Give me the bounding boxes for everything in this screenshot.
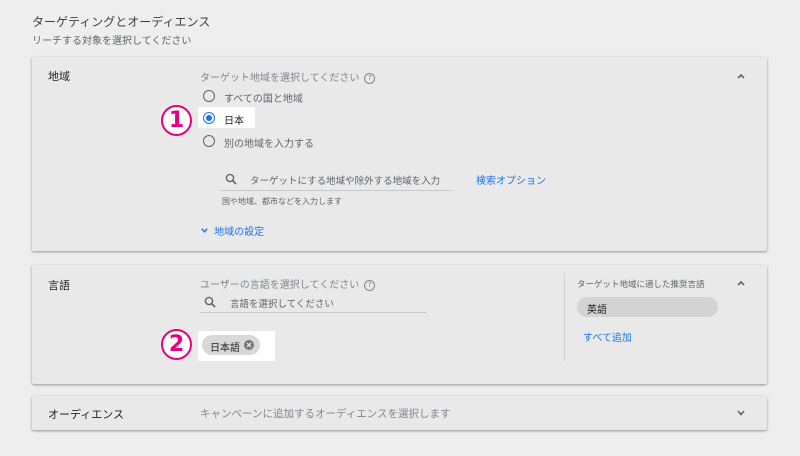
region-settings-toggle[interactable]: 地域の設定	[200, 220, 264, 239]
recommended-languages-title: ターゲット地域に適した推奨言語	[577, 280, 705, 290]
language-card: 言語 ユーザーの言語を選択してください? 言語を選択してください 日本語 ターゲ…	[32, 265, 767, 384]
audience-card[interactable]: オーディエンス キャンペーンに追加するオーディエンスを選択します	[32, 396, 767, 430]
language-prompt: ユーザーの言語を選択してください?	[200, 276, 376, 291]
search-underline	[220, 190, 453, 191]
remove-chip-icon[interactable]	[244, 340, 254, 350]
help-icon[interactable]: ?	[364, 73, 376, 84]
add-all-link[interactable]: すべて追加	[583, 329, 632, 344]
radio-all-countries-label: すべての国と地域	[224, 94, 303, 105]
region-search-hint: 国や地域、都市などを入力します	[222, 197, 342, 206]
radio-other-region[interactable]	[203, 135, 215, 147]
chevron-up-icon[interactable]	[736, 71, 746, 81]
audience-section-label: オーディエンス	[48, 408, 125, 421]
radio-all-countries[interactable]	[203, 90, 215, 102]
page-title: ターゲティングとオーディエンス	[32, 15, 211, 29]
help-icon[interactable]: ?	[364, 280, 376, 291]
audience-prompt: キャンペーンに追加するオーディエンスを選択します	[200, 408, 451, 420]
recommended-language-chip[interactable]: 英語	[577, 297, 718, 317]
page-subtitle: リーチする対象を選択してください	[32, 36, 192, 47]
radio-other-region-label: 別の地域を入力する	[224, 139, 314, 150]
column-divider	[564, 273, 565, 361]
search-underline	[200, 312, 427, 313]
region-search-input[interactable]: ターゲットにする地域や除外する地域を入力	[250, 173, 440, 187]
radio-japan-label: 日本	[224, 116, 244, 127]
radio-japan[interactable]	[203, 112, 215, 124]
language-section-label: 言語	[48, 279, 70, 292]
region-prompt: ターゲット地域を選択してください?	[200, 69, 376, 84]
search-options-link[interactable]: 検索オプション	[476, 172, 546, 187]
annotation-marker-1: 1	[161, 105, 192, 136]
region-card: 地域 ターゲット地域を選択してください? すべての国と地域 日本 別の地域を入力…	[32, 57, 767, 251]
language-prompt-text: ユーザーの言語を選択してください	[200, 280, 360, 291]
search-icon	[225, 173, 237, 185]
chevron-down-icon[interactable]	[736, 408, 746, 418]
language-search-input[interactable]: 言語を選択してください	[230, 296, 334, 310]
search-icon	[204, 296, 216, 308]
chevron-up-icon[interactable]	[736, 278, 746, 288]
region-prompt-text: ターゲット地域を選択してください	[200, 73, 360, 84]
chevron-down-icon	[201, 228, 208, 233]
annotation-marker-2: 2	[161, 329, 192, 360]
region-section-label: 地域	[48, 70, 70, 83]
region-settings-label: 地域の設定	[214, 227, 265, 238]
selected-language-chip: 日本語	[202, 335, 260, 355]
recommended-language-chip-label: 英語	[587, 305, 607, 316]
selected-language-chip-label: 日本語	[210, 343, 240, 354]
